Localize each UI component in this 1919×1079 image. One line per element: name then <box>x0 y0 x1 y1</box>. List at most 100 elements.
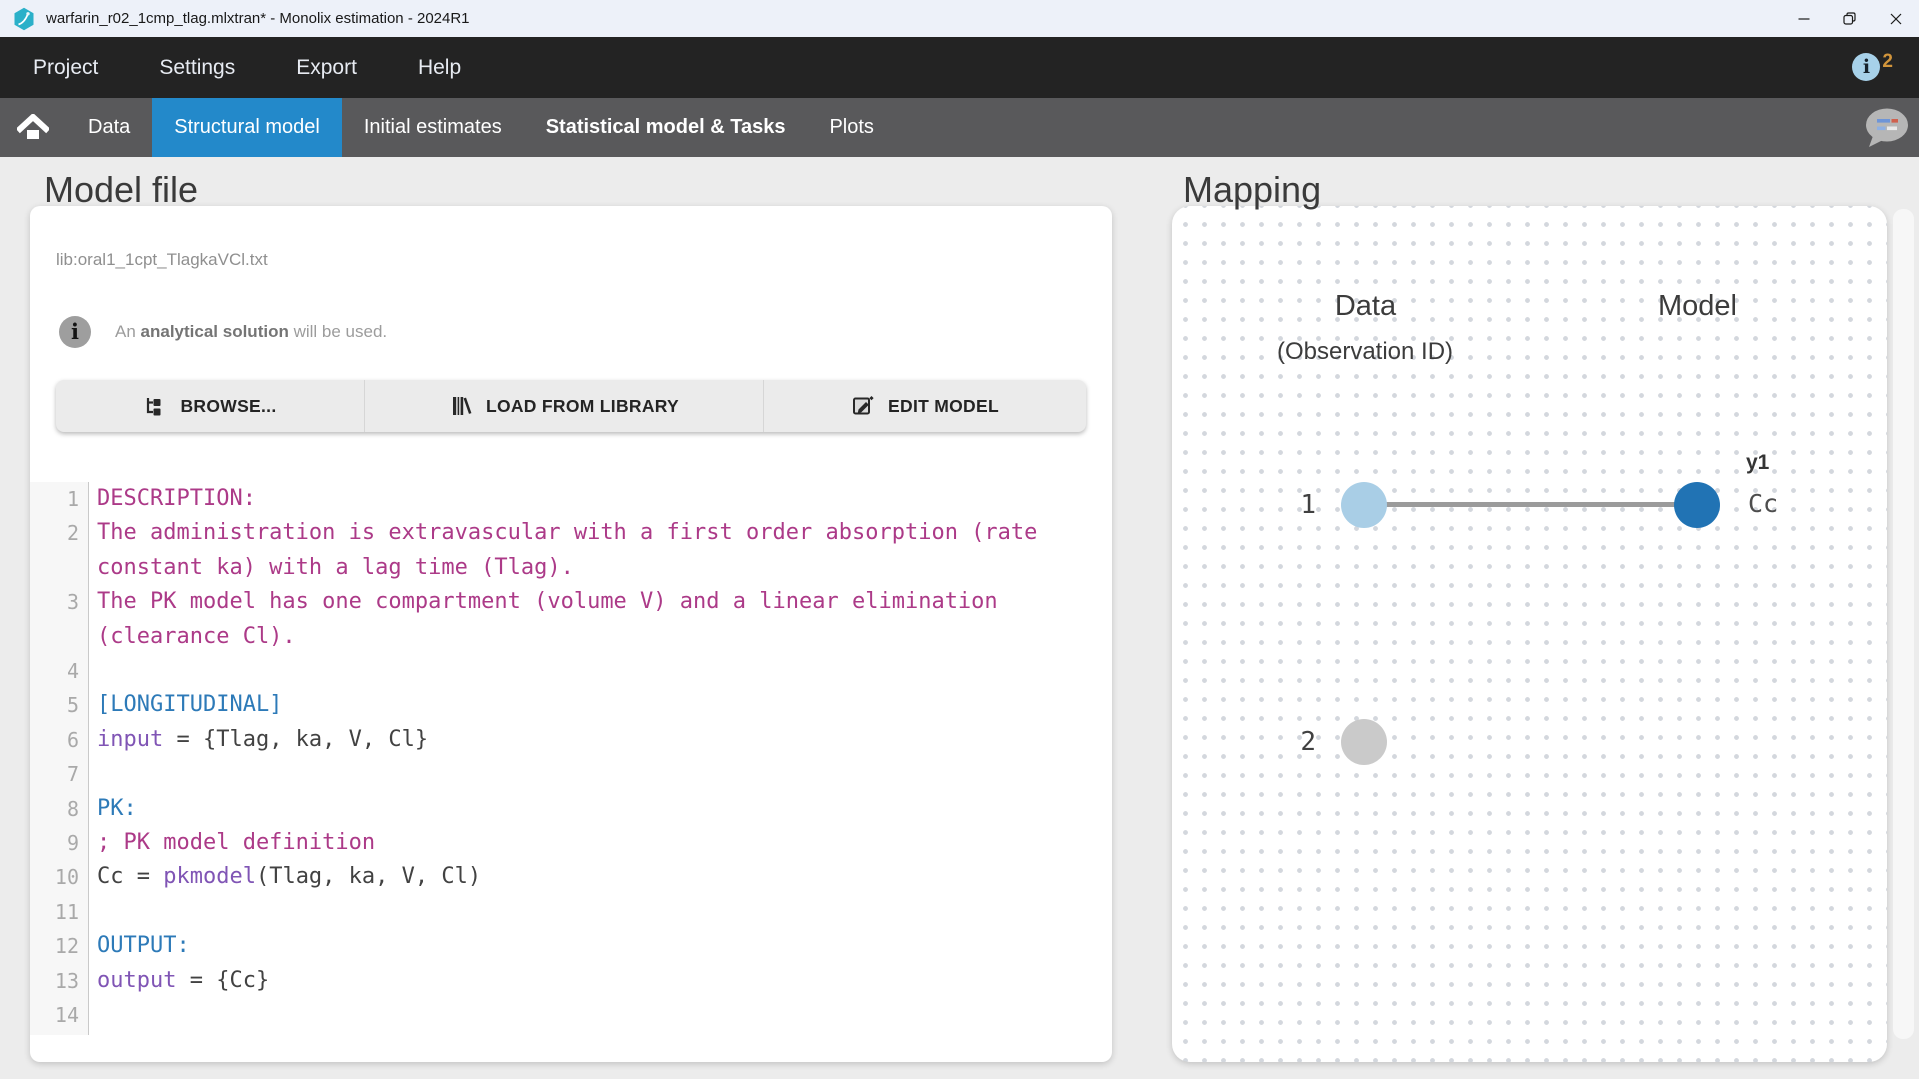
line-number: 1 <box>30 482 88 516</box>
restore-button[interactable] <box>1827 0 1873 37</box>
window-title: warfarin_r02_1cmp_tlag.mlxtran* - Monoli… <box>46 10 470 27</box>
code-token: The administration is extravascular with… <box>97 520 1051 579</box>
code-content[interactable] <box>88 895 1088 929</box>
window-controls <box>1781 0 1919 37</box>
feedback-button[interactable] <box>1861 106 1911 155</box>
code-content[interactable]: input = {Tlag, ka, V, Cl} <box>88 723 1088 757</box>
line-number: 9 <box>30 826 88 860</box>
analytical-solution-row: i An analytical solution will be used. <box>59 316 387 348</box>
monolix-logo-icon <box>12 7 36 31</box>
model-dot-y1[interactable] <box>1674 482 1720 528</box>
note-suffix: will be used. <box>289 322 387 341</box>
tab-home[interactable] <box>0 98 66 157</box>
load-from-library-label: LOAD FROM LIBRARY <box>486 396 679 417</box>
restore-icon <box>1843 12 1857 25</box>
model-file-actions: BROWSE... LOAD FROM LIBRARY <box>56 380 1086 432</box>
code-content[interactable]: The PK model has one compartment (volume… <box>88 585 1088 654</box>
scrollbar-track[interactable] <box>1893 209 1914 1039</box>
data-column-subtitle: (Observation ID) <box>1230 338 1500 366</box>
note-prefix: An <box>115 322 141 341</box>
code-line: 5 [LONGITUDINAL] <box>30 688 1112 722</box>
code-line: 13output = {Cc} <box>30 964 1112 998</box>
code-token: (Tlag, ka, V, Cl) <box>256 864 481 889</box>
edit-icon <box>851 394 875 418</box>
browse-button[interactable]: BROWSE... <box>56 380 364 432</box>
menu-project[interactable]: Project <box>33 56 98 80</box>
analytical-solution-note: An analytical solution will be used. <box>115 322 387 342</box>
menu-export[interactable]: Export <box>296 56 357 80</box>
main-content: Model file Mapping lib:oral1_1cpt_Tlagka… <box>0 157 1919 1079</box>
code-content[interactable]: ; PK model definition <box>88 826 1088 860</box>
code-line: 8PK: <box>30 792 1112 826</box>
code-editor[interactable]: 1 DESCRIPTION: 2The administration is extr… <box>30 482 1112 1035</box>
code-line: 6input = {Tlag, ka, V, Cl} <box>30 723 1112 757</box>
code-line: 12OUTPUT: <box>30 929 1112 963</box>
tab-data[interactable]: Data <box>66 98 152 157</box>
code-content[interactable]: [LONGITUDINAL] <box>88 688 1088 722</box>
menu-settings[interactable]: Settings <box>159 56 235 80</box>
code-content[interactable]: OUTPUT: <box>88 929 1088 963</box>
tab-initial-estimates[interactable]: Initial estimates <box>342 98 524 157</box>
line-number: 12 <box>30 929 88 963</box>
notification-badge[interactable]: i 2 <box>1852 53 1893 81</box>
model-file-panel: lib:oral1_1cpt_TlagkaVCl.txt i An analyt… <box>30 206 1112 1062</box>
code-content[interactable]: DESCRIPTION: <box>88 482 1088 516</box>
minimize-button[interactable] <box>1781 0 1827 37</box>
line-number: 5 <box>30 688 88 722</box>
line-number: 7 <box>30 757 88 791</box>
observation-id-1-label: 1 <box>1268 488 1316 522</box>
data-dot-1[interactable] <box>1341 482 1387 528</box>
menu-help[interactable]: Help <box>418 56 461 80</box>
model-variable-name: Cc <box>1748 489 1778 519</box>
tab-bar: Data Structural model Initial estimates … <box>0 98 1919 157</box>
code-token: Cc = <box>97 864 163 889</box>
code-content[interactable]: output = {Cc} <box>88 964 1088 998</box>
line-number: 10 <box>30 860 88 894</box>
mapping-heading: Mapping <box>1183 169 1321 211</box>
edit-model-button[interactable]: EDIT MODEL <box>763 380 1086 432</box>
load-from-library-button[interactable]: LOAD FROM LIBRARY <box>364 380 763 432</box>
title-bar: warfarin_r02_1cmp_tlag.mlxtran* - Monoli… <box>0 0 1919 37</box>
code-line: 10Cc = pkmodel(Tlag, ka, V, Cl) <box>30 860 1112 894</box>
code-token: pkmodel <box>163 864 256 889</box>
code-token: DESCRIPTION: <box>97 486 256 511</box>
tab-statistical-model-tasks[interactable]: Statistical model & Tasks <box>524 98 808 157</box>
model-file-heading: Model file <box>44 169 198 211</box>
code-token: output <box>97 968 176 993</box>
tab-plots[interactable]: Plots <box>807 98 895 157</box>
code-content[interactable]: PK: <box>88 792 1088 826</box>
code-token: [LONGITUDINAL] <box>97 692 282 717</box>
code-content[interactable] <box>88 998 1088 1032</box>
mapping-connector-line <box>1364 502 1697 507</box>
code-content[interactable] <box>88 654 1088 688</box>
observation-id-2-label: 2 <box>1268 725 1316 759</box>
code-content[interactable]: Cc = pkmodel(Tlag, ka, V, Cl) <box>88 860 1088 894</box>
menu-bar: Project Settings Export Help i 2 <box>0 37 1919 98</box>
info-notification-icon: i <box>1852 53 1880 81</box>
model-column-title: Model <box>1600 290 1795 323</box>
code-lines: 1 DESCRIPTION: 2The administration is extr… <box>30 482 1112 1033</box>
data-dot-2[interactable] <box>1341 719 1387 765</box>
line-number: 2 <box>30 516 88 585</box>
code-token: The PK model has one compartment (volume… <box>97 589 1011 648</box>
tab-structural-model[interactable]: Structural model <box>152 98 342 157</box>
code-token: = {Tlag, ka, V, Cl} <box>163 727 428 752</box>
data-column-title: Data <box>1268 290 1463 323</box>
code-token: ; PK model definition <box>97 830 375 855</box>
line-number: 14 <box>30 998 88 1032</box>
close-button[interactable] <box>1873 0 1919 37</box>
code-token: input <box>97 727 163 752</box>
code-content[interactable]: The administration is extravascular with… <box>88 516 1088 585</box>
close-icon <box>1890 13 1902 25</box>
edit-model-label: EDIT MODEL <box>888 396 999 417</box>
browse-icon <box>143 394 167 418</box>
code-token: = {Cc} <box>176 968 269 993</box>
code-token: PK: <box>97 796 137 821</box>
speech-bubble-icon <box>1861 106 1911 150</box>
code-line: 1 DESCRIPTION: <box>30 482 1112 516</box>
monolix-window: warfarin_r02_1cmp_tlag.mlxtran* - Monoli… <box>0 0 1919 1079</box>
browse-label: BROWSE... <box>180 396 276 417</box>
library-icon <box>449 394 473 418</box>
code-content[interactable] <box>88 757 1088 791</box>
code-line: 3The PK model has one compartment (volum… <box>30 585 1112 654</box>
